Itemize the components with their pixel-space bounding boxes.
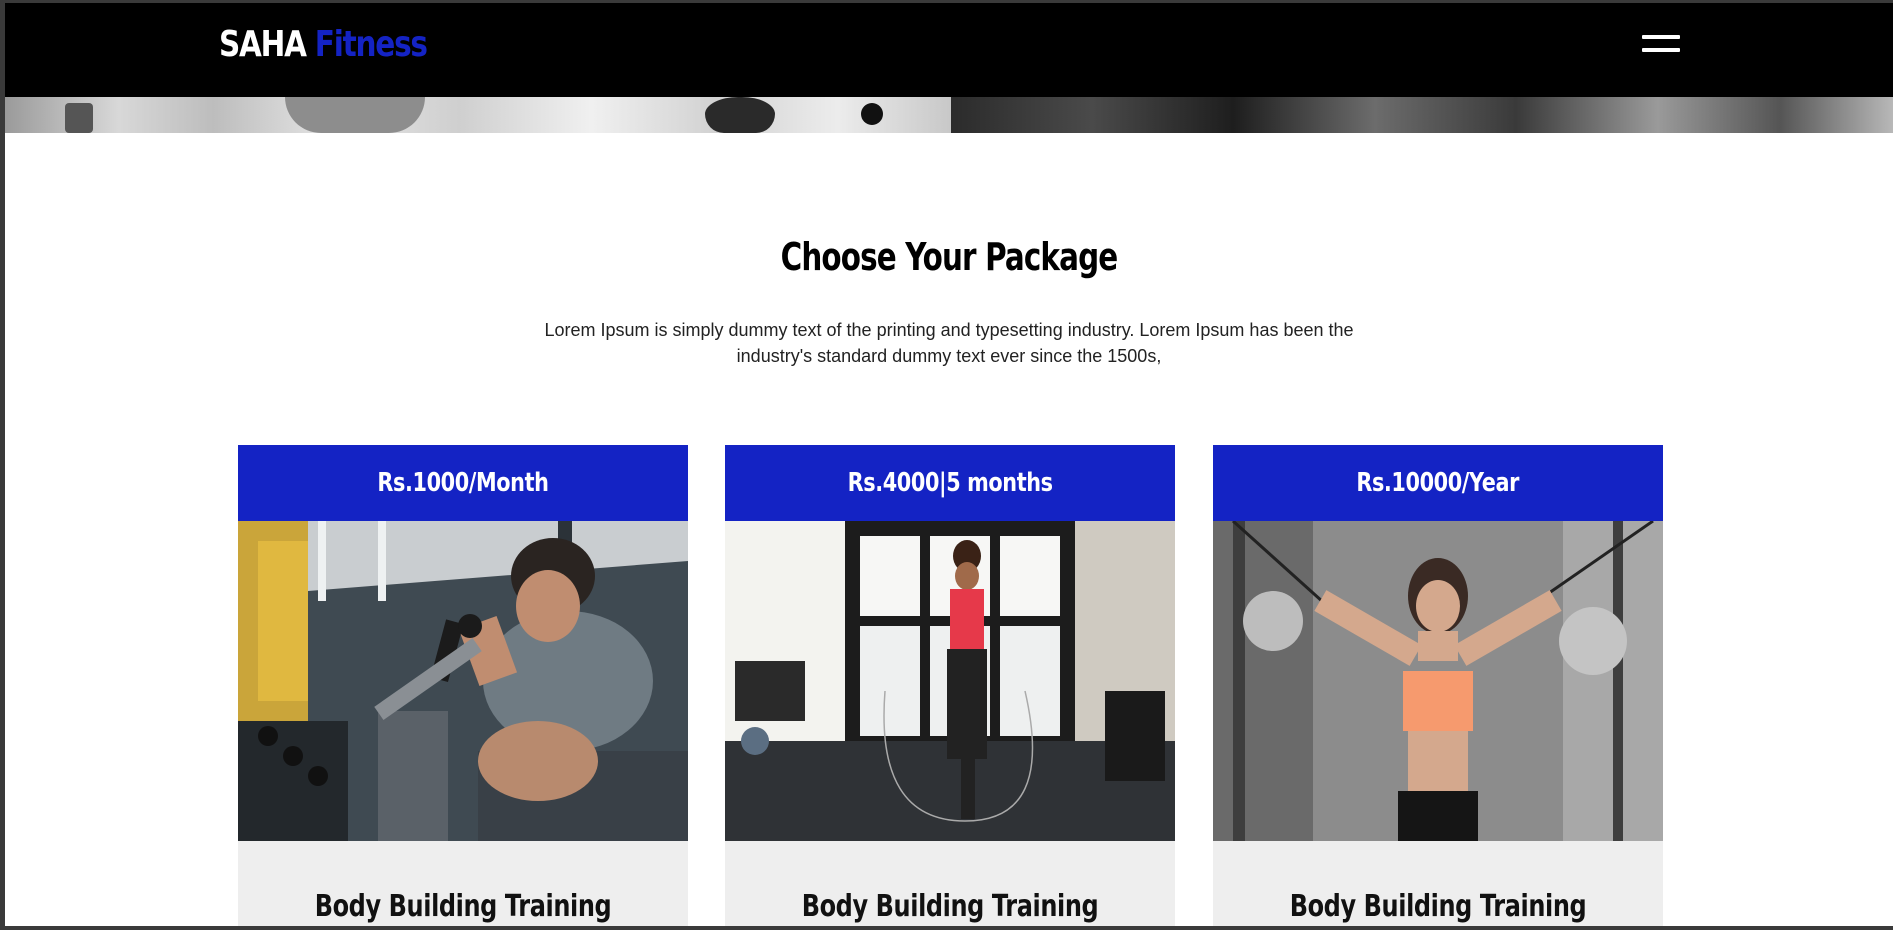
- hero-image-right: [951, 97, 1893, 133]
- package-card[interactable]: Rs.4000|5 months Body Building Training: [725, 445, 1175, 926]
- package-title: Body Building Training: [314, 889, 612, 924]
- hero-image-strip: [5, 97, 1893, 133]
- package-price: Rs.4000|5 months: [847, 468, 1053, 498]
- brand-name-primary: SAHA: [219, 24, 307, 65]
- package-photo-man-curl: [238, 521, 688, 841]
- package-price-header: Rs.10000/Year: [1213, 445, 1663, 521]
- package-price-header: Rs.4000|5 months: [725, 445, 1175, 521]
- package-title: Body Building Training: [801, 889, 1099, 924]
- brand-name-accent: Fitness: [314, 24, 428, 65]
- package-card[interactable]: Rs.10000/Year Body Building Training: [1213, 445, 1663, 926]
- section-title: Choose Your Package: [780, 235, 1119, 279]
- menu-line: [1642, 48, 1680, 52]
- package-price-header: Rs.1000/Month: [238, 445, 688, 521]
- package-photo-woman-jump-rope: [725, 521, 1175, 841]
- package-price: Rs.1000/Month: [377, 468, 549, 498]
- section-description: Lorem Ipsum is simply dummy text of the …: [544, 320, 1354, 366]
- package-price: Rs.10000/Year: [1356, 468, 1520, 498]
- hero-image-left: [5, 97, 951, 133]
- top-navbar: SAHA Fitness: [5, 3, 1893, 97]
- package-card[interactable]: Rs.1000/Month Body Building Training: [238, 445, 688, 926]
- package-title: Body Building Training: [1289, 889, 1587, 924]
- package-photo-woman-cable-pull: [1213, 521, 1663, 841]
- hamburger-menu-icon[interactable]: [1642, 33, 1682, 57]
- brand-logo[interactable]: SAHA Fitness: [219, 24, 428, 65]
- browser-viewport: SAHA Fitness Choose Your Package Lorem I…: [5, 3, 1893, 926]
- menu-line: [1642, 35, 1680, 39]
